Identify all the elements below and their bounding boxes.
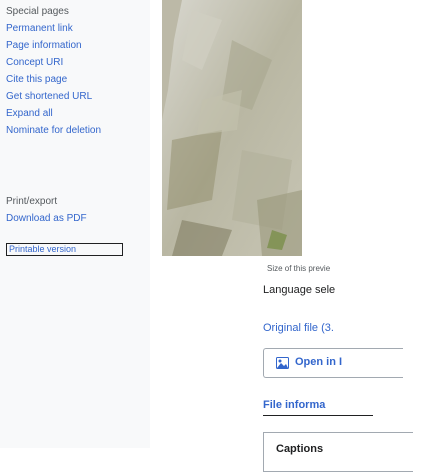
- open-in-button[interactable]: Open in I: [263, 348, 403, 378]
- print-export-heading: Print/export: [6, 196, 58, 207]
- language-select[interactable]: Language sele: [263, 284, 335, 296]
- sidebar-item-cite-page[interactable]: Cite this page: [6, 74, 67, 85]
- open-in-label: Open in I: [295, 356, 343, 368]
- tab-file-information[interactable]: File informa: [263, 399, 325, 411]
- main-content: Size of this previe Language sele Origin…: [150, 0, 448, 472]
- sidebar-item-page-information[interactable]: Page information: [6, 40, 82, 51]
- sidebar-item-permanent-link[interactable]: Permanent link: [6, 23, 73, 34]
- image-preview[interactable]: [162, 0, 302, 256]
- sidebar-item-printable-version[interactable]: Printable version: [6, 243, 123, 256]
- image-icon: [276, 357, 289, 369]
- captions-section[interactable]: Captions: [263, 432, 413, 472]
- special-pages-link[interactable]: Special pages: [6, 6, 69, 17]
- image-size-caption: Size of this previe: [267, 264, 331, 273]
- sidebar: Special pages Permanent link Page inform…: [0, 0, 150, 448]
- sidebar-item-download-pdf[interactable]: Download as PDF: [6, 213, 87, 224]
- tab-underline: [263, 415, 373, 416]
- sidebar-item-shortened-url[interactable]: Get shortened URL: [6, 91, 92, 102]
- sidebar-item-expand-all[interactable]: Expand all: [6, 108, 53, 119]
- original-file-link[interactable]: Original file (3.: [263, 322, 334, 334]
- sidebar-item-nominate-deletion[interactable]: Nominate for deletion: [6, 125, 101, 136]
- sidebar-item-concept-uri[interactable]: Concept URI: [6, 57, 63, 68]
- preview-image: [162, 0, 302, 256]
- captions-label: Captions: [276, 443, 324, 455]
